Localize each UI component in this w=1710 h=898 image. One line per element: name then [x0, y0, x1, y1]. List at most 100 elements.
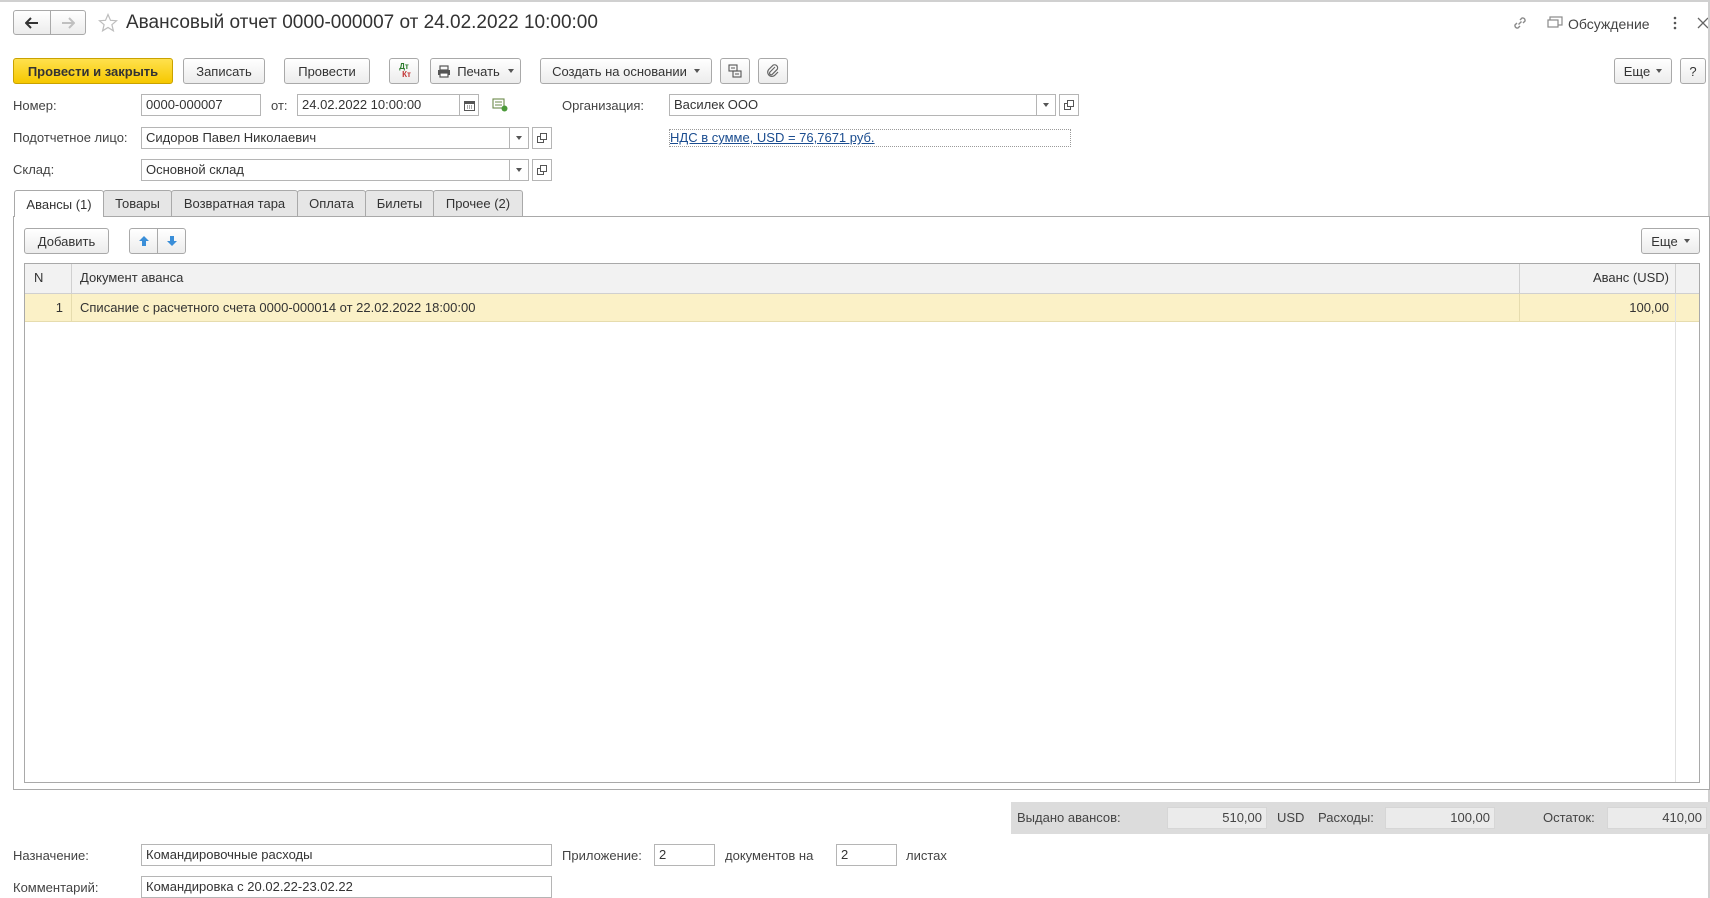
row-document: Списание с расчетного счета 0000-000014 … [80, 300, 476, 315]
attachment-sheets-field[interactable]: 2 [836, 844, 897, 866]
open-window-icon [537, 165, 547, 175]
arrow-up-icon [138, 236, 149, 246]
arrow-down-icon [166, 236, 177, 246]
organization-open-button[interactable] [1059, 94, 1079, 116]
tab-panel: Добавить Еще N Документ аванса Аванс (US… [13, 216, 1710, 790]
column-header-advance-usd[interactable]: Аванс (USD) [1519, 264, 1669, 292]
documents-on-label: документов на [725, 848, 814, 863]
close-icon[interactable] [1697, 17, 1709, 29]
warehouse-open-button[interactable] [532, 159, 552, 181]
help-button[interactable]: ? [1680, 58, 1706, 84]
table-scrollbar[interactable] [1675, 294, 1676, 782]
dt-kt-icon: Дт Кт [399, 62, 411, 79]
tab-goods[interactable]: Товары [103, 190, 172, 216]
discussion-link[interactable]: Обсуждение [1568, 15, 1650, 33]
tab-returnable-packaging[interactable]: Возвратная тара [171, 190, 298, 216]
table-row[interactable]: 1 Списание с расчетного счета 0000-00001… [25, 294, 1699, 322]
table-header: N Документ аванса Аванс (USD) [25, 264, 1699, 294]
chevron-down-icon [516, 168, 522, 172]
open-window-icon [1064, 100, 1074, 110]
balance-value: 410,00 [1607, 807, 1707, 829]
row-amount: 100,00 [1629, 300, 1669, 315]
tab-tickets[interactable]: Билеты [365, 190, 434, 216]
tab-other[interactable]: Прочее (2) [433, 190, 523, 216]
create-based-on-button[interactable]: Создать на основании [540, 58, 712, 84]
add-row-button[interactable]: Добавить [24, 228, 109, 254]
number-field[interactable]: 0000-000007 [141, 94, 261, 116]
warehouse-dropdown[interactable] [509, 159, 529, 181]
print-label: Печать [457, 63, 500, 79]
comment-label: Комментарий: [13, 880, 99, 895]
link-icon[interactable] [1512, 15, 1528, 31]
comment-field[interactable]: Командировка с 20.02.22-23.02.22 [141, 876, 552, 898]
attachment-docs-field[interactable]: 2 [654, 844, 715, 866]
structure-button[interactable] [720, 58, 750, 84]
move-up-button[interactable] [129, 228, 158, 254]
numbering-settings-icon[interactable] [492, 98, 508, 112]
chevron-down-icon [1656, 69, 1663, 73]
more-label: Еще [1623, 63, 1651, 79]
discussion-icon[interactable] [1547, 16, 1563, 30]
issued-advances-value: 510,00 [1167, 807, 1267, 829]
create-based-on-label: Создать на основании [552, 63, 687, 79]
attach-button[interactable] [758, 58, 788, 84]
row-number: 1 [55, 300, 63, 315]
column-header-document[interactable]: Документ аванса [80, 264, 183, 292]
window-title: Авансовый отчет 0000-000007 от 24.02.202… [126, 12, 598, 33]
warehouse-label: Склад: [13, 162, 55, 177]
arrow-right-icon [62, 16, 75, 29]
expenses-label: Расходы: [1318, 810, 1374, 825]
totals-panel: Выдано авансов: 510,00 USD Расходы: 100,… [1011, 802, 1710, 834]
purpose-field[interactable]: Командировочные расходы [141, 844, 552, 866]
currency-label: USD [1277, 810, 1305, 825]
table-more-button[interactable]: Еще [1641, 228, 1700, 254]
date-from-label: от: [271, 98, 288, 113]
post-and-close-button[interactable]: Провести и закрыть [13, 58, 173, 84]
accountable-person-dropdown[interactable] [509, 127, 529, 149]
post-button[interactable]: Провести [284, 58, 370, 84]
number-label: Номер: [13, 98, 57, 113]
favorite-star-icon[interactable] [97, 12, 119, 33]
calendar-button[interactable] [459, 94, 479, 116]
paperclip-icon [767, 64, 779, 77]
sheets-label: листах [906, 848, 947, 863]
tab-payment[interactable]: Оплата [297, 190, 366, 216]
date-field[interactable]: 24.02.2022 10:00:00 [297, 94, 460, 116]
chevron-down-icon [1043, 103, 1049, 107]
arrow-left-icon [25, 16, 38, 29]
print-button[interactable]: Печать [430, 58, 521, 84]
back-button[interactable] [13, 10, 51, 35]
issued-advances-label: Выдано авансов: [1017, 810, 1121, 825]
move-down-button[interactable] [157, 228, 186, 254]
balance-label: Остаток: [1543, 810, 1595, 825]
tab-advances[interactable]: Авансы (1) [14, 190, 104, 217]
save-button[interactable]: Записать [183, 58, 265, 84]
more-vertical-icon[interactable] [1672, 15, 1678, 31]
organization-field[interactable]: Василек ООО [669, 94, 1039, 116]
printer-icon [438, 64, 451, 78]
calendar-icon [463, 100, 475, 111]
column-header-n[interactable]: N [34, 264, 43, 292]
dt-kt-button[interactable]: Дт Кт [389, 58, 419, 84]
warehouse-field[interactable]: Основной склад [141, 159, 511, 181]
window-top-border [0, 0, 1710, 2]
more-button[interactable]: Еще [1614, 58, 1672, 84]
chevron-down-icon [516, 136, 522, 140]
accountable-person-open-button[interactable] [532, 127, 552, 149]
table-more-label: Еще [1651, 233, 1678, 249]
vat-rate-link[interactable]: НДС в сумме, USD = 76,7671 руб. [669, 129, 1071, 147]
advances-table: N Документ аванса Аванс (USD) 1 Списание… [24, 263, 1700, 783]
attachment-label: Приложение: [562, 848, 642, 863]
purpose-label: Назначение: [13, 848, 89, 863]
open-window-icon [537, 133, 547, 143]
organization-dropdown[interactable] [1036, 94, 1056, 116]
forward-button[interactable] [50, 10, 86, 35]
expenses-value: 100,00 [1385, 807, 1495, 829]
chevron-down-icon [507, 69, 514, 73]
document-structure-icon [728, 64, 742, 78]
accountable-person-field[interactable]: Сидоров Павел Николаевич [141, 127, 511, 149]
accountable-person-label: Подотчетное лицо: [13, 130, 128, 145]
organization-label: Организация: [562, 98, 645, 113]
chevron-down-icon [693, 69, 700, 73]
chevron-down-icon [1683, 239, 1690, 243]
